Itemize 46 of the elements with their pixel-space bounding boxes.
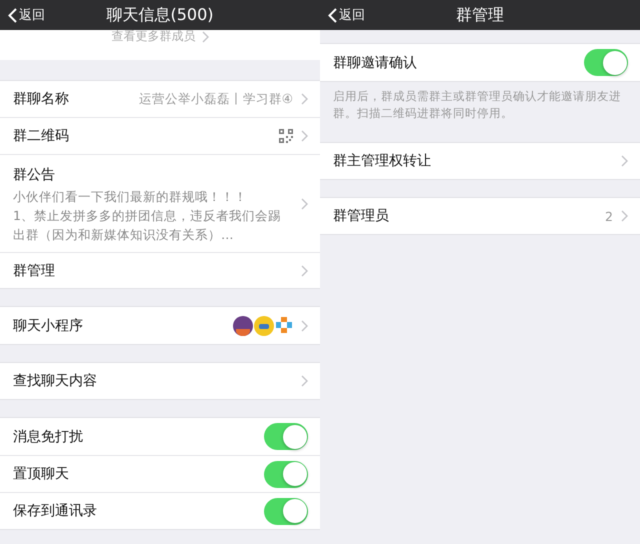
- app-icon[interactable]: [233, 316, 253, 336]
- row-label: 群聊名称: [13, 90, 69, 108]
- settings-row[interactable]: 群二维码: [0, 117, 320, 154]
- row-value: 2: [605, 208, 613, 224]
- row-label: 消息免打扰: [13, 428, 83, 446]
- row-label: 群管理: [13, 262, 55, 280]
- row-label: 群公告: [13, 166, 56, 184]
- chevron-icon: [621, 155, 628, 167]
- qr-code-icon: [279, 129, 293, 143]
- row-label: 群聊邀请确认: [333, 54, 417, 72]
- row-label: 保存到通讯录: [13, 502, 97, 520]
- footnote-text: 启用后，群成员需群主或群管理员确认才能邀请朋友进群。扫描二维码进群将同时停用。: [332, 88, 622, 122]
- chevron-icon: [202, 30, 208, 42]
- chevron-icon: [301, 320, 308, 332]
- app-icon[interactable]: [254, 316, 274, 336]
- back-icon: [328, 8, 337, 22]
- back-button[interactable]: 返回: [0, 6, 45, 24]
- screen-title: 群管理: [456, 4, 504, 26]
- row-value: 运营公举小磊磊丨学习群④: [138, 90, 293, 108]
- row-label: 查找聊天内容: [13, 372, 97, 390]
- chevron-icon: [301, 375, 308, 387]
- row-label: 群管理员: [333, 207, 389, 225]
- chevron-icon: [301, 93, 308, 105]
- notice-text: 1、禁止发拼多多的拼团信息，违反者我们会踢出群（因为和新媒体知识没有关系）…: [13, 206, 282, 244]
- row-label: 置顶聊天: [13, 465, 69, 483]
- row-label: 群二维码: [13, 127, 69, 145]
- toggle-switch[interactable]: [584, 49, 628, 76]
- settings-row[interactable]: 聊天小程序: [0, 307, 320, 344]
- notice-text: 小伙伴们看一下我们最新的群规哦！！！: [13, 188, 248, 206]
- chevron-icon: [301, 130, 308, 142]
- settings-row[interactable]: 查找聊天内容: [0, 363, 320, 399]
- row-label: 聊天小程序: [13, 316, 83, 334]
- settings-row[interactable]: 群聊名称 运营公举小磊磊丨学习群④: [0, 81, 320, 117]
- toggle-switch[interactable]: [264, 498, 308, 524]
- screen-title: 聊天信息(500): [106, 4, 214, 26]
- chevron-icon: [621, 210, 628, 222]
- chevron-icon: [301, 264, 308, 276]
- settings-row[interactable]: 群管理员 2: [320, 198, 640, 234]
- toggle-switch[interactable]: [264, 423, 308, 450]
- settings-row[interactable]: 群主管理权转让: [320, 143, 640, 179]
- settings-row[interactable]: 群管理: [0, 252, 320, 288]
- toggle-switch[interactable]: [264, 460, 308, 488]
- back-icon: [8, 8, 17, 22]
- chevron-icon: [301, 198, 308, 210]
- row-label: 群主管理权转让: [333, 152, 431, 170]
- back-button[interactable]: 返回: [320, 6, 365, 24]
